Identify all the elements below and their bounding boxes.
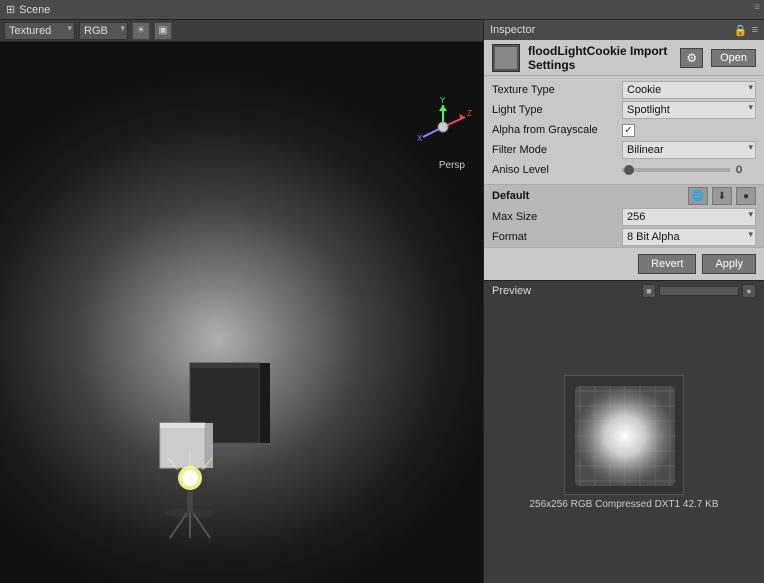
persp-label: Persp — [439, 160, 465, 171]
scene-title: Scene — [19, 4, 50, 16]
open-button[interactable]: Open — [711, 49, 756, 67]
lock-icon[interactable]: 🔒 — [734, 24, 748, 37]
aniso-level-row: Aniso Level 0 — [484, 160, 764, 180]
max-size-dropdown-wrap: 256 128 512 1024 — [622, 208, 756, 226]
alpha-grayscale-value: ✓ — [622, 124, 756, 137]
alpha-grayscale-row: Alpha from Grayscale ✓ — [484, 120, 764, 140]
alpha-grayscale-label: Alpha from Grayscale — [492, 124, 622, 136]
filter-mode-row: Filter Mode Bilinear Point Trilinear — [484, 140, 764, 160]
inspector-icons: 🔒 ≡ — [734, 24, 758, 37]
checkbox-check-mark: ✓ — [624, 125, 632, 136]
preview-controls: ■ ● — [642, 284, 756, 298]
sun-icon[interactable]: ☀ — [132, 22, 150, 40]
web-icon[interactable]: 🌐 — [688, 187, 708, 205]
aniso-value: 0 — [736, 164, 756, 176]
inspector-title-bar: Inspector 🔒 ≡ — [484, 20, 764, 40]
light-type-value: Spotlight Point Directional — [622, 101, 756, 119]
asset-title: floodLightCookie Import Settings — [528, 44, 672, 72]
gizmo-svg: Z Y X — [413, 97, 473, 157]
preview-slider[interactable] — [659, 286, 739, 296]
revert-button[interactable]: Revert — [638, 254, 696, 274]
preview-title-bar: Preview ■ ● — [484, 281, 764, 301]
inspector-header: floodLightCookie Import Settings ⚙ Open — [484, 40, 764, 76]
scene-viewport: Z Y X Persp — [0, 42, 483, 583]
filter-mode-value: Bilinear Point Trilinear — [622, 141, 756, 159]
gear-button[interactable]: ⚙ — [680, 48, 703, 68]
texture-type-dropdown[interactable]: Cookie Texture Normal Map — [622, 81, 756, 99]
inspector-title: Inspector — [490, 24, 535, 36]
aniso-slider[interactable] — [622, 168, 730, 172]
format-dropdown-wrap: 8 Bit Alpha Compressed RGB 24 bit — [622, 228, 756, 246]
svg-text:Z: Z — [467, 109, 472, 118]
default-label: Default — [492, 190, 688, 202]
inspector-menu-icon[interactable]: ≡ — [752, 24, 758, 37]
max-size-value: 256 128 512 1024 — [622, 208, 756, 226]
preview-content: 256x256 RGB Compressed DXT1 42.7 KB — [484, 301, 764, 583]
preview-title: Preview — [492, 285, 531, 297]
preview-section: Preview ■ ● — [484, 280, 764, 583]
default-header: Default 🌐 ⬇ ● — [484, 185, 764, 207]
texture-type-dropdown-wrap: Cookie Texture Normal Map — [622, 81, 756, 99]
aniso-thumb — [624, 165, 634, 175]
preview-svg — [565, 376, 684, 495]
main-layout: Textured Wireframe Shaded RGB Alpha ☀ ▣ … — [0, 20, 764, 583]
max-size-row: Max Size 256 128 512 1024 — [484, 207, 764, 227]
alpha-grayscale-checkbox[interactable]: ✓ — [622, 124, 635, 137]
preview-info: 256x256 RGB Compressed DXT1 42.7 KB — [530, 499, 719, 510]
scene-toolbar: Textured Wireframe Shaded RGB Alpha ☀ ▣ … — [0, 20, 483, 42]
asset-icon — [492, 44, 520, 72]
svg-text:Y: Y — [440, 97, 446, 105]
format-label: Format — [492, 231, 622, 243]
action-buttons: Revert Apply — [484, 248, 764, 280]
scene-panel: Textured Wireframe Shaded RGB Alpha ☀ ▣ … — [0, 20, 484, 583]
image-icon[interactable]: ▣ — [154, 22, 172, 40]
inspector-panel: Inspector 🔒 ≡ floodLightCookie Import Se… — [484, 20, 764, 583]
preview-ctrl-1[interactable]: ■ — [642, 284, 656, 298]
circle-icon[interactable]: ● — [736, 187, 756, 205]
color-dropdown[interactable]: RGB Alpha — [79, 22, 128, 40]
default-section: Default 🌐 ⬇ ● Max Size 256 128 512 — [484, 184, 764, 248]
filter-mode-label: Filter Mode — [492, 144, 622, 156]
format-row: Format 8 Bit Alpha Compressed RGB 24 bit — [484, 227, 764, 247]
filter-mode-dropdown-wrap: Bilinear Point Trilinear — [622, 141, 756, 159]
inspector-fields: Texture Type Cookie Texture Normal Map L… — [484, 76, 764, 184]
aniso-level-label: Aniso Level — [492, 164, 622, 176]
scene-icon: ⊞ — [6, 3, 15, 16]
scene-gizmo[interactable]: Z Y X — [413, 97, 473, 157]
preview-image — [564, 375, 684, 495]
svg-text:X: X — [417, 134, 423, 143]
light-type-dropdown[interactable]: Spotlight Point Directional — [622, 101, 756, 119]
max-size-label: Max Size — [492, 211, 622, 223]
light-type-dropdown-wrap: Spotlight Point Directional — [622, 101, 756, 119]
texture-type-row: Texture Type Cookie Texture Normal Map — [484, 80, 764, 100]
apply-button[interactable]: Apply — [702, 254, 756, 274]
filter-mode-dropdown[interactable]: Bilinear Point Trilinear — [622, 141, 756, 159]
default-icons: 🌐 ⬇ ● — [688, 187, 756, 205]
max-size-dropdown[interactable]: 256 128 512 1024 — [622, 208, 756, 226]
format-value: 8 Bit Alpha Compressed RGB 24 bit — [622, 228, 756, 246]
mode-dropdown-wrap: Textured Wireframe Shaded — [4, 22, 75, 40]
asset-icon-inner — [495, 47, 517, 69]
mode-dropdown[interactable]: Textured Wireframe Shaded — [4, 22, 75, 40]
scene-objects — [130, 343, 330, 543]
light-type-label: Light Type — [492, 104, 622, 116]
preview-ctrl-2[interactable]: ● — [742, 284, 756, 298]
title-bar: ⊞ Scene — [0, 0, 764, 20]
download-icon[interactable]: ⬇ — [712, 187, 732, 205]
color-dropdown-wrap: RGB Alpha — [79, 22, 128, 40]
texture-type-label: Texture Type — [492, 84, 622, 96]
light-type-row: Light Type Spotlight Point Directional — [484, 100, 764, 120]
format-dropdown[interactable]: 8 Bit Alpha Compressed RGB 24 bit — [622, 228, 756, 246]
texture-type-value: Cookie Texture Normal Map — [622, 81, 756, 99]
